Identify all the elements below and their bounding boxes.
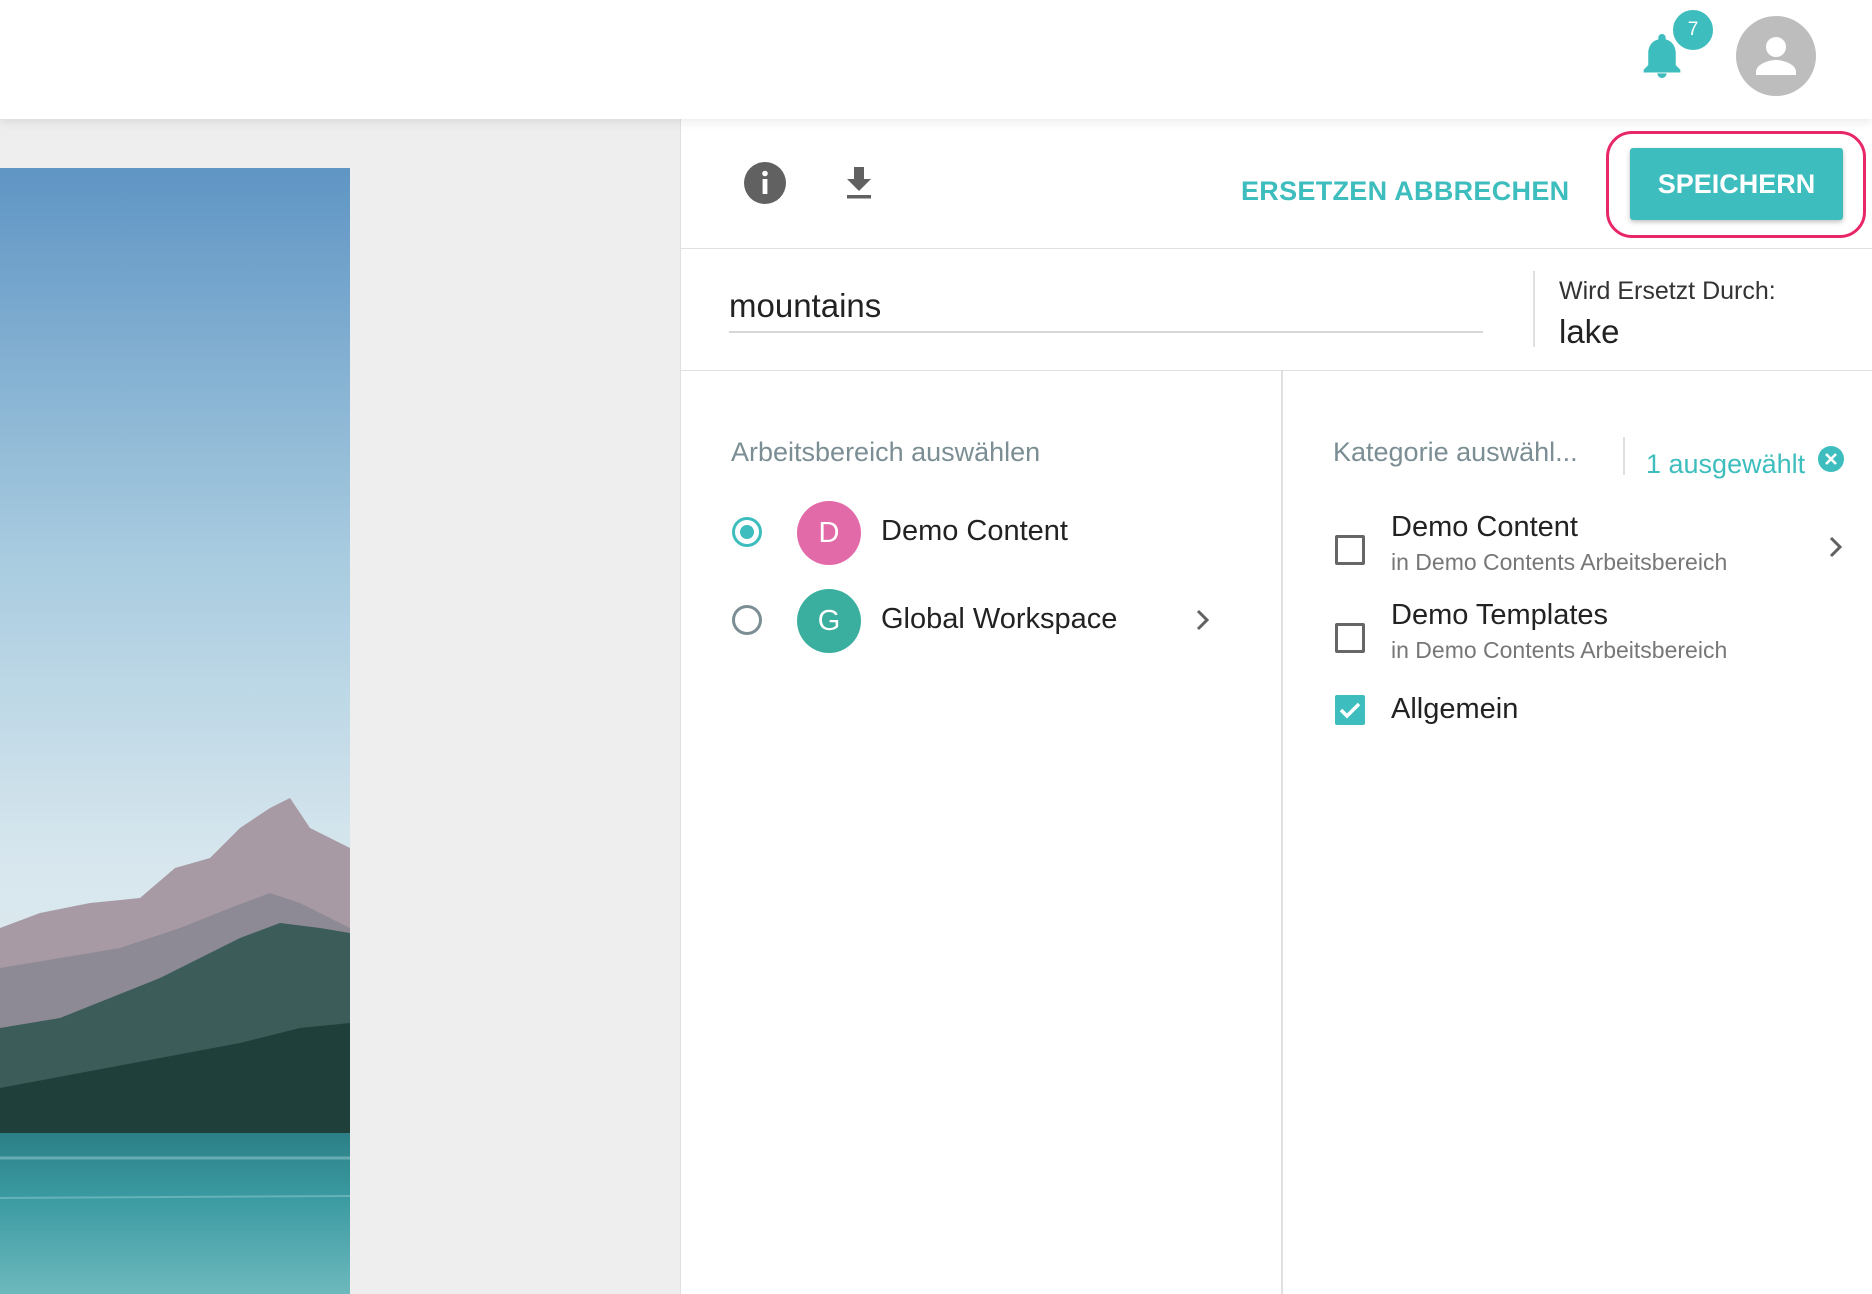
image-preview	[0, 168, 350, 1294]
category-item-demo-content[interactable]: Demo Content in Demo Contents Arbeitsber…	[1321, 499, 1851, 579]
category-section-title: Kategorie auswähl...	[1333, 437, 1578, 467]
download-icon[interactable]	[839, 163, 879, 203]
category-label: Allgemein	[1391, 693, 1519, 725]
category-label: Demo Templates	[1391, 599, 1609, 631]
edit-panel: ERSETZEN ABBRECHEN SPEICHERN Wird Ersetz…	[680, 119, 1872, 1294]
divider	[1533, 271, 1535, 347]
asset-name-input[interactable]	[729, 281, 1483, 333]
user-avatar-icon	[1756, 37, 1796, 75]
category-item-demo-templates[interactable]: Demo Templates in Demo Contents Arbeitsb…	[1321, 587, 1851, 667]
workspace-avatar: G	[797, 589, 861, 653]
category-checkbox-checked[interactable]	[1335, 695, 1365, 725]
divider	[1623, 437, 1625, 475]
panel-toolbar: ERSETZEN ABBRECHEN SPEICHERN	[681, 119, 1872, 249]
replace-value: lake	[1559, 313, 1620, 350]
replace-label: Wird Ersetzt Durch:	[1559, 277, 1776, 305]
workspace-avatar: D	[797, 501, 861, 565]
column-divider	[1281, 371, 1283, 1294]
selected-count: 1 ausgewählt	[1646, 449, 1806, 479]
category-checkbox[interactable]	[1335, 535, 1365, 565]
workspace-item-global-workspace[interactable]: G Global Workspace	[681, 581, 1281, 661]
cancel-replace-button[interactable]: ERSETZEN ABBRECHEN	[1241, 171, 1569, 211]
workspace-section-title: Arbeitsbereich auswählen	[731, 437, 1041, 467]
notification-badge: 7	[1671, 8, 1715, 52]
workspace-radio-selected[interactable]	[732, 517, 762, 547]
asset-name-row: Wird Ersetzt Durch: lake	[681, 249, 1872, 371]
category-checkbox[interactable]	[1335, 623, 1365, 653]
category-item-allgemein[interactable]: Allgemein	[1321, 687, 1851, 747]
save-button[interactable]: SPEICHERN	[1630, 148, 1843, 220]
workspace-label: Demo Content	[881, 515, 1068, 547]
top-bar: 7	[0, 0, 1872, 119]
category-sublabel: in Demo Contents Arbeitsbereich	[1391, 549, 1728, 575]
info-icon[interactable]	[743, 161, 787, 205]
clear-selection-icon[interactable]	[1817, 445, 1845, 473]
workspace-item-demo-content[interactable]: D Demo Content	[681, 493, 1281, 573]
category-sublabel: in Demo Contents Arbeitsbereich	[1391, 637, 1728, 663]
chevron-right-icon[interactable]	[1826, 532, 1846, 562]
user-avatar[interactable]	[1736, 16, 1816, 96]
category-label: Demo Content	[1391, 511, 1578, 543]
workspace-label: Global Workspace	[881, 603, 1118, 635]
workspace-radio[interactable]	[732, 605, 762, 635]
chevron-right-icon[interactable]	[1193, 605, 1213, 635]
